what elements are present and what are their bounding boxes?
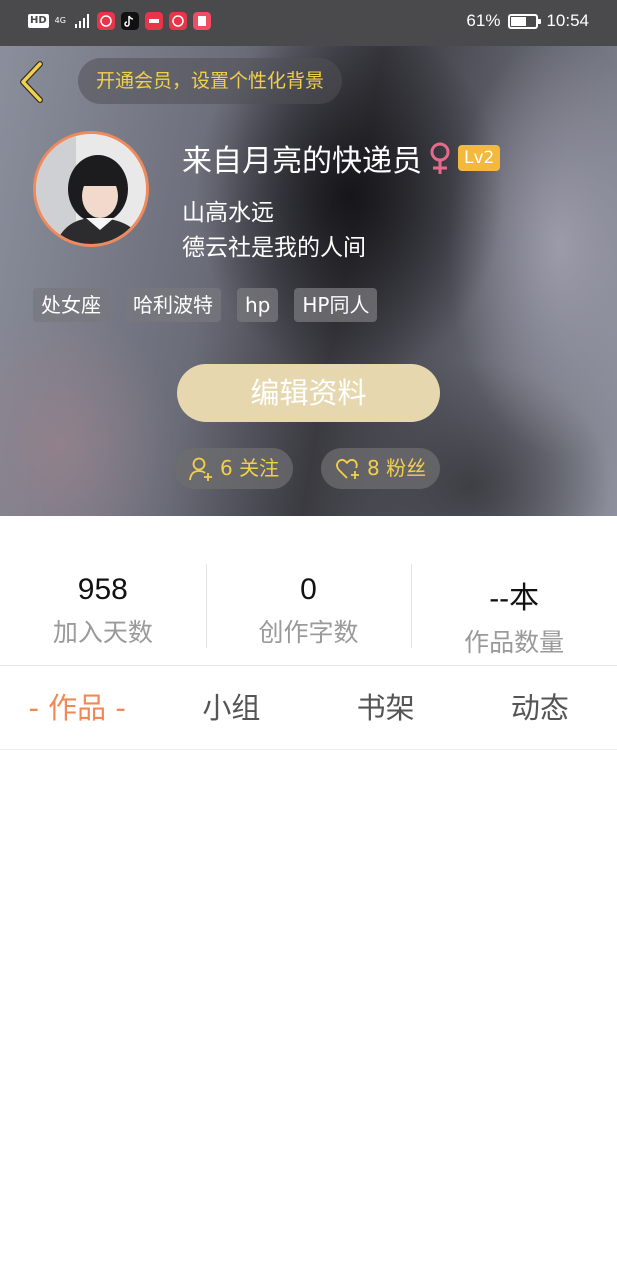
username: 来自月亮的快递员 <box>182 144 422 179</box>
stats-row: 958 加入天数 0 创作字数 --本 作品数量 <box>0 516 617 666</box>
back-button[interactable] <box>14 60 50 104</box>
network-type: 4G <box>54 16 66 25</box>
avatar-image <box>36 134 146 244</box>
stat-days-joined: 958 加入天数 <box>0 516 206 665</box>
bio-line: 山高水远 <box>182 200 274 226</box>
status-bar: HD 4G 61% 10:54 <box>0 0 617 46</box>
following-count: 6 关注 <box>220 456 280 480</box>
battery-icon <box>508 13 542 29</box>
user-plus-icon <box>189 457 212 481</box>
edit-profile-button[interactable]: 编辑资料 <box>177 364 440 422</box>
stat-label: 创作字数 <box>258 618 359 647</box>
heart-plus-icon <box>336 458 359 479</box>
signal-icon <box>74 14 89 28</box>
tag[interactable]: hp <box>237 288 279 322</box>
profile-tabs: - 作品 - 小组 书架 动态 <box>0 667 617 750</box>
followers-count: 8 粉丝 <box>367 456 427 480</box>
followers-button[interactable]: 8 粉丝 <box>321 448 441 489</box>
bio: 山高水远 德云社是我的人间 <box>182 196 366 266</box>
female-icon <box>430 142 450 174</box>
stat-word-count: 0 创作字数 <box>205 516 412 665</box>
vip-upgrade-banner[interactable]: 开通会员，设置个性化背景 <box>78 58 343 104</box>
battery-fill <box>511 16 527 26</box>
tab-activity[interactable]: 动态 <box>463 667 617 749</box>
shop-app-icon <box>144 12 163 30</box>
tag[interactable]: 处女座 <box>33 288 109 322</box>
level-badge: Lv2 <box>458 145 501 171</box>
following-button[interactable]: 6 关注 <box>174 448 294 489</box>
app-notification-icon <box>168 12 187 30</box>
tab-content <box>0 751 617 1280</box>
stat-label: 加入天数 <box>52 618 153 647</box>
tag[interactable]: HP同人 <box>294 288 378 322</box>
tab-groups[interactable]: 小组 <box>154 667 308 749</box>
tiktok-icon <box>120 12 139 30</box>
status-left: HD 4G <box>28 12 211 30</box>
stat-value: --本 <box>489 582 540 615</box>
tag[interactable]: 哈利波特 <box>125 288 221 322</box>
profile-header: 开通会员，设置个性化背景 来自月亮的快递员 Lv2 山高水远 德云社是我的人间 … <box>0 46 617 516</box>
book-app-icon <box>192 12 211 30</box>
hd-icon: HD <box>28 14 49 28</box>
tab-bookshelf[interactable]: 书架 <box>309 667 463 749</box>
clock: 10:54 <box>546 11 589 30</box>
profile-name-row: 来自月亮的快递员 Lv2 <box>182 136 501 180</box>
battery-percent: 61% <box>466 11 501 30</box>
stat-label: 作品数量 <box>464 628 565 657</box>
avatar[interactable] <box>33 131 149 247</box>
app-notification-icon <box>96 12 115 30</box>
stat-value: 0 <box>300 573 317 606</box>
stat-value: 958 <box>77 573 128 606</box>
bio-line: 德云社是我的人间 <box>182 235 366 261</box>
status-right: 61% 10:54 <box>466 11 589 31</box>
tag-list: 处女座 哈利波特 hp HP同人 <box>33 288 378 322</box>
tab-works[interactable]: - 作品 - <box>0 667 154 749</box>
chevron-left-icon <box>20 61 43 103</box>
stat-works-count: --本 作品数量 <box>411 516 617 665</box>
